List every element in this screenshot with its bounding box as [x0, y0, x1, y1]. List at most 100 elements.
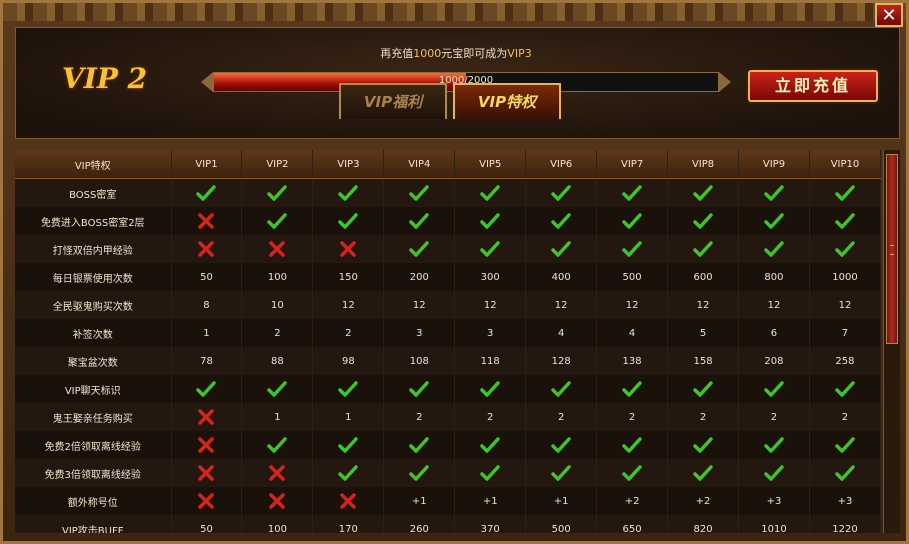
- privilege-cell: +3: [738, 487, 810, 515]
- privilege-cell: 2: [525, 403, 598, 431]
- privilege-name: 免费3倍领取离线经验: [15, 459, 172, 487]
- table-row: 免费3倍领取离线经验: [15, 459, 881, 487]
- privilege-cell: [241, 459, 314, 487]
- privilege-cell: 2: [383, 403, 456, 431]
- privilege-cell: 3: [454, 319, 527, 347]
- column-header-vip8: VIP8: [667, 150, 739, 179]
- progress-cap-right: [719, 72, 731, 92]
- privilege-cell: [667, 207, 739, 235]
- privilege-cell: 6: [738, 319, 810, 347]
- privilege-cell: 78: [171, 347, 243, 375]
- column-header-vip1: VIP1: [171, 150, 243, 179]
- scrollbar-thumb[interactable]: [886, 154, 898, 344]
- check-icon: [551, 465, 571, 481]
- privilege-cell: 158: [667, 347, 739, 375]
- top-ornament: [3, 3, 906, 21]
- cross-icon: [269, 241, 286, 257]
- privilege-cell: 200: [383, 263, 456, 291]
- privilege-cell: [667, 431, 739, 459]
- recharge-button[interactable]: 立即充值: [748, 70, 878, 102]
- check-icon: [622, 185, 642, 201]
- privilege-cell: [454, 431, 527, 459]
- privilege-cell: 12: [809, 291, 881, 319]
- scrollbar-grip: [890, 245, 894, 255]
- privilege-cell: [596, 459, 669, 487]
- check-icon: [835, 241, 855, 257]
- check-icon: [693, 185, 713, 201]
- privilege-cell: 4: [596, 319, 669, 347]
- privilege-cell: [596, 375, 669, 403]
- table-row: 鬼王娶亲任务购买 1 1 2 2 2 2 2 2 2: [15, 403, 881, 431]
- privilege-cell: 100: [241, 263, 314, 291]
- privilege-cell: [525, 235, 598, 263]
- tab-vip-benefits[interactable]: VIP福利: [339, 83, 447, 119]
- privilege-cell: [454, 459, 527, 487]
- check-icon: [764, 465, 784, 481]
- check-icon: [764, 381, 784, 397]
- table-scrollbar[interactable]: [883, 150, 900, 533]
- privilege-cell: [241, 431, 314, 459]
- privilege-cell: [383, 207, 456, 235]
- privilege-cell: +1: [525, 487, 598, 515]
- privilege-cell: 208: [738, 347, 810, 375]
- check-icon: [835, 465, 855, 481]
- check-icon: [622, 241, 642, 257]
- privilege-cell: [809, 431, 881, 459]
- privilege-cell: 50: [171, 263, 243, 291]
- check-icon: [622, 437, 642, 453]
- privilege-name: 补签次数: [15, 319, 172, 347]
- privilege-cell: 108: [383, 347, 456, 375]
- privilege-cell: 500: [596, 263, 669, 291]
- check-icon: [267, 213, 288, 229]
- privilege-cell: [667, 235, 739, 263]
- privilege-cell: 50: [171, 515, 243, 533]
- check-icon: [835, 381, 855, 397]
- privilege-cell: [312, 375, 385, 403]
- privilege-cell: [171, 459, 243, 487]
- cross-icon: [198, 213, 215, 229]
- privilege-cell: 88: [241, 347, 314, 375]
- column-header-vip10: VIP10: [809, 150, 881, 179]
- privilege-cell: [171, 178, 243, 207]
- check-icon: [196, 185, 217, 201]
- check-icon: [622, 213, 642, 229]
- privilege-cell: [809, 235, 881, 263]
- progress-cap-left: [201, 72, 213, 92]
- privilege-cell: 12: [738, 291, 810, 319]
- check-icon: [409, 381, 430, 397]
- privilege-name: 免费进入BOSS密室2层: [15, 207, 172, 235]
- privilege-cell: [312, 459, 385, 487]
- privilege-cell: [525, 459, 598, 487]
- check-icon: [480, 213, 500, 229]
- check-icon: [409, 241, 430, 257]
- privilege-cell: 98: [312, 347, 385, 375]
- tab-vip-privileges[interactable]: VIP特权: [453, 83, 561, 119]
- privilege-cell: 300: [454, 263, 527, 291]
- privilege-cell: [596, 235, 669, 263]
- privilege-cell: 12: [454, 291, 527, 319]
- privilege-cell: 2: [596, 403, 669, 431]
- upgrade-hint: 再充值1000元宝即可成为VIP3: [380, 47, 532, 60]
- check-icon: [409, 213, 430, 229]
- privilege-cell: [241, 178, 314, 207]
- privilege-cell: [809, 459, 881, 487]
- privilege-cell: 2: [454, 403, 527, 431]
- privilege-cell: [596, 431, 669, 459]
- check-icon: [338, 465, 359, 481]
- privilege-cell: [312, 487, 385, 515]
- privilege-cell: 2: [312, 319, 385, 347]
- check-icon: [409, 185, 430, 201]
- check-icon: [338, 213, 359, 229]
- privilege-cell: 2: [738, 403, 810, 431]
- privilege-cell: [667, 459, 739, 487]
- privilege-cell: +1: [383, 487, 456, 515]
- privilege-cell: 820: [667, 515, 739, 533]
- table-row: 补签次数 1 2 2 3 3 4 4 5 6 7: [15, 319, 881, 347]
- check-icon: [551, 241, 571, 257]
- cross-icon: [269, 493, 286, 509]
- privilege-cell: 8: [171, 291, 243, 319]
- table-body: BOSS密室 免费进入BOSS密室2层 打怪双倍内甲经验 每日银票使用次数 50 100 1…: [15, 178, 881, 533]
- close-button[interactable]: ✕: [875, 3, 903, 27]
- cross-icon: [269, 465, 286, 481]
- check-icon: [338, 381, 359, 397]
